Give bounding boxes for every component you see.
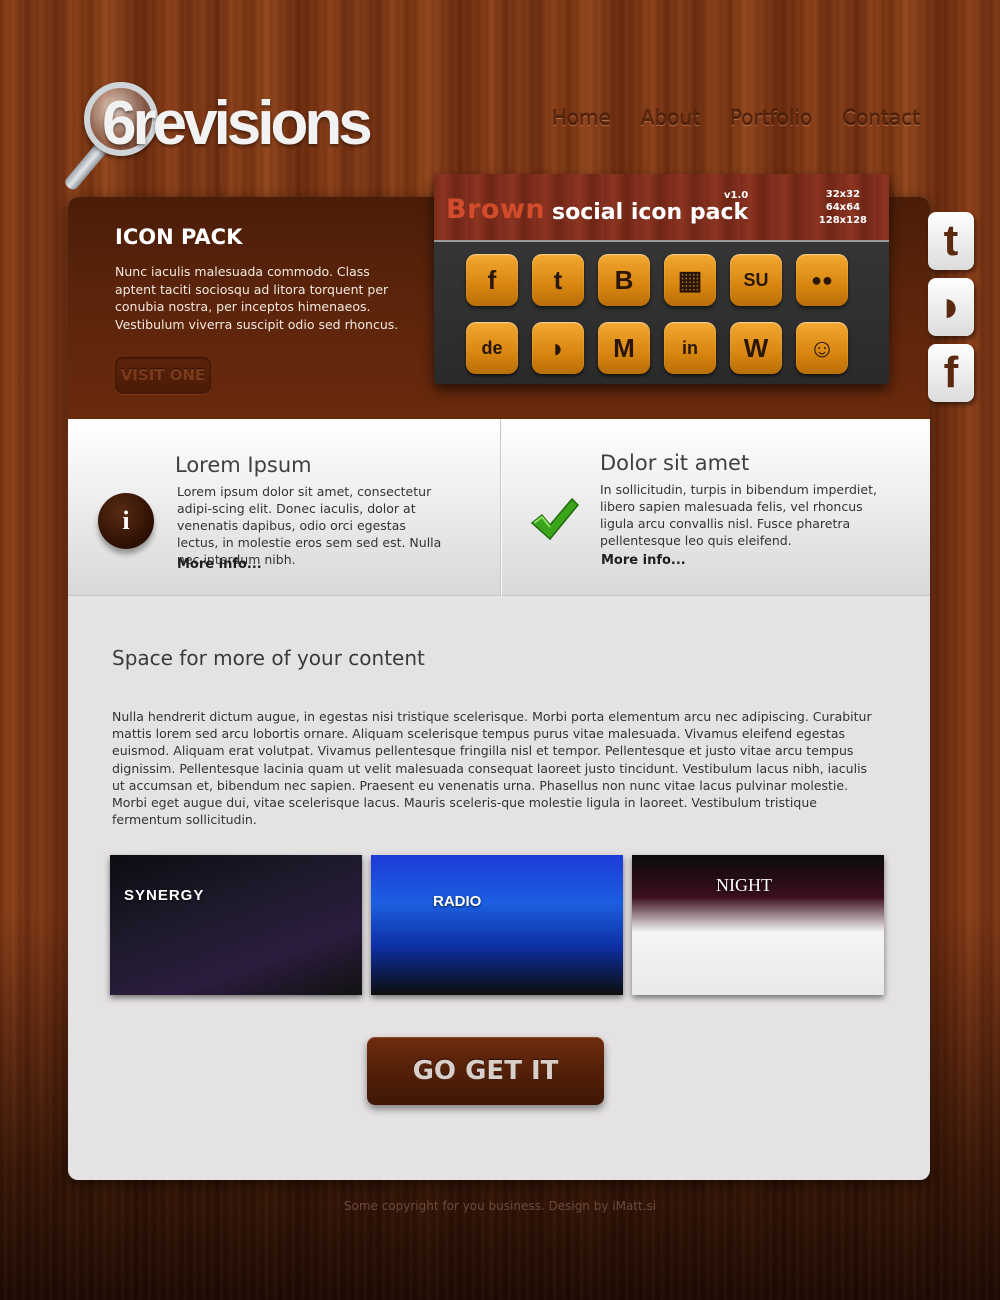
- hero-title: ICON PACK: [115, 225, 243, 249]
- logo-text: 6revisions: [102, 89, 373, 158]
- rss-icon: ◗: [532, 322, 584, 374]
- facebook-icon: f: [466, 254, 518, 306]
- visit-one-button[interactable]: VISIT ONE: [115, 357, 211, 394]
- more-info-link[interactable]: More info...: [601, 553, 686, 568]
- social-links: t ◗ f: [928, 212, 974, 402]
- thumbnail-label: SYNERGY: [124, 887, 205, 904]
- feature-title: Lorem Ipsum: [175, 453, 312, 477]
- icon-pack-preview[interactable]: Brown social icon pack v1.0 32x32 64x64 …: [434, 174, 889, 384]
- content-text: Nulla hendrerit dictum augue, in egestas…: [112, 709, 872, 828]
- delicious-icon: de: [466, 322, 518, 374]
- linkedin-icon: in: [664, 322, 716, 374]
- stumbleupon-icon: SU: [730, 254, 782, 306]
- feature-divider: [500, 419, 501, 596]
- icon-pack-size: 64x64: [825, 202, 861, 213]
- portfolio-thumbnail[interactable]: SYNERGY: [110, 855, 362, 995]
- myspace-icon: M: [598, 322, 650, 374]
- icon-pack-version: v1.0: [724, 190, 749, 201]
- rss-icon[interactable]: ◗: [928, 278, 974, 336]
- twitter-icon[interactable]: t: [928, 212, 974, 270]
- blogger-icon: B: [598, 254, 650, 306]
- info-icon: i: [98, 493, 154, 549]
- twitter-icon: t: [532, 254, 584, 306]
- portfolio-thumbnails: SYNERGY RADIO NIGHT: [110, 855, 884, 995]
- checkmark-icon: [530, 497, 580, 541]
- hero-text: Nunc iaculis malesuada commodo. Class ap…: [115, 264, 399, 332]
- icon-pack-header: Brown social icon pack v1.0 32x32 64x64 …: [434, 174, 889, 242]
- thumbnail-label: NIGHT: [716, 875, 772, 895]
- thumbnail-label: RADIO: [433, 893, 482, 910]
- feature-text: Lorem ipsum dolor sit amet, consectetur …: [177, 484, 442, 567]
- logo[interactable]: 6revisions: [58, 80, 398, 205]
- main-nav: Home About Portfolio Contact: [552, 106, 920, 130]
- features-row: i Lorem Ipsum Lorem ipsum dolor sit amet…: [68, 419, 930, 596]
- nav-home[interactable]: Home: [552, 106, 611, 130]
- icon-pack-title: social icon pack: [552, 200, 749, 225]
- go-get-it-button[interactable]: GO GET IT: [367, 1037, 604, 1105]
- icon-pack-sizes: 32x32 64x64 128x128: [819, 188, 867, 227]
- icon-pack-size: 32x32: [825, 189, 861, 200]
- feature-text: In sollicitudin, turpis in bibendum impe…: [600, 482, 877, 548]
- windows-icon: ▦: [664, 254, 716, 306]
- icon-pack-brand: Brown: [446, 194, 546, 225]
- portfolio-thumbnail[interactable]: NIGHT: [632, 855, 884, 995]
- icon-pack-size: 128x128: [818, 215, 867, 226]
- wordpress-icon: W: [730, 322, 782, 374]
- nav-portfolio[interactable]: Portfolio: [730, 106, 812, 130]
- feature-title: Dolor sit amet: [600, 451, 750, 475]
- more-info-link[interactable]: More info...: [177, 557, 262, 572]
- content-title: Space for more of your content: [112, 646, 425, 670]
- icon-pack-grid: f t B ▦ SU ●● de ◗ Min W ☺: [466, 254, 848, 374]
- nav-contact[interactable]: Contact: [842, 106, 920, 130]
- nav-about[interactable]: About: [641, 106, 700, 130]
- reddit-icon: ☺: [796, 322, 848, 374]
- facebook-icon[interactable]: f: [928, 344, 974, 402]
- portfolio-thumbnail[interactable]: RADIO: [371, 855, 623, 995]
- footer-copyright: Some copyright for you business. Design …: [343, 1199, 657, 1213]
- flickr-icon: ●●: [796, 254, 848, 306]
